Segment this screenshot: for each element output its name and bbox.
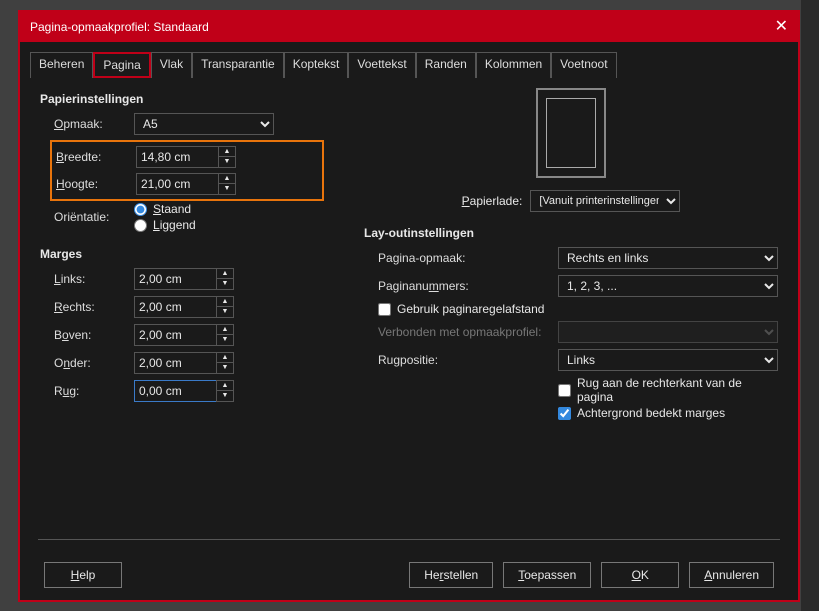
help-button[interactable]: Help [44,562,122,588]
pagelayout-label: Pagina-opmaak: [378,251,558,265]
margin-right-spin[interactable]: ▲▼ [134,296,234,318]
pagenum-label: Paginanummers: [378,279,558,293]
ok-button[interactable]: OK [601,562,679,588]
width-label: Breedte: [56,150,136,164]
tab-voetnoot[interactable]: Voetnoot [551,52,616,78]
paper-section-title: Papierinstellingen [40,92,324,106]
tab-koptekst[interactable]: Koptekst [284,52,349,78]
height-label: Hoogte: [56,177,136,191]
margin-bottom-label: Onder: [54,356,134,370]
dialog-window: Pagina-opmaakprofiel: Standaard ✕ Behere… [18,10,800,602]
reset-button[interactable]: Herstellen [409,562,493,588]
width-spin[interactable]: ▲▼ [136,146,236,168]
tray-select[interactable]: [Vanuit printerinstellingen] [530,190,680,212]
tab-beheren[interactable]: Beheren [30,52,93,78]
landscape-label: Liggend [153,218,196,232]
landscape-radio[interactable] [134,219,147,232]
margin-right-label: Rechts: [54,300,134,314]
portrait-radio[interactable] [134,203,147,216]
width-input[interactable] [136,146,218,168]
pagenum-select[interactable]: 1, 2, 3, ... [558,275,778,297]
bg-checkbox[interactable] [558,407,571,420]
pagelayout-select[interactable]: Rechts en links [558,247,778,269]
margin-bottom-spin[interactable]: ▲▼ [134,352,234,374]
gutterpos-label: Rugpositie: [378,353,558,367]
height-input[interactable] [136,173,218,195]
spin-down-icon[interactable]: ▼ [219,184,235,194]
tab-transparantie[interactable]: Transparantie [192,52,284,78]
refstyle-label: Verbonden met opmaakprofiel: [378,325,558,339]
tab-voettekst[interactable]: Voettekst [348,52,415,78]
tabstrip: Beheren Pagina Vlak Transparantie Koptek… [20,42,798,78]
tab-pagina[interactable]: Pagina [93,52,150,78]
tray-label: Papierlade: [462,194,523,208]
window-title: Pagina-opmaakprofiel: Standaard [30,20,209,34]
margins-section-title: Marges [40,247,324,261]
titlebar[interactable]: Pagina-opmaakprofiel: Standaard ✕ [20,12,798,42]
page-preview [536,88,606,178]
layout-section-title: Lay-outinstellingen [364,226,778,240]
format-label: Opmaak: [54,117,134,131]
gutter-right-checkbox[interactable] [558,384,571,397]
gutter-right-label: Rug aan de rechterkant van de pagina [577,376,778,404]
cancel-button[interactable]: Annuleren [689,562,774,588]
register-label: Gebruik paginaregelafstand [397,302,544,316]
spin-up-icon[interactable]: ▲ [219,147,235,157]
spin-down-icon[interactable]: ▼ [219,157,235,167]
margin-top-spin[interactable]: ▲▼ [134,324,234,346]
format-select[interactable]: A5 [134,113,274,135]
gutterpos-select[interactable]: Links [558,349,778,371]
margin-left-spin[interactable]: ▲▼ [134,268,234,290]
bg-label: Achtergrond bedekt marges [577,406,725,420]
size-highlight: Breedte: ▲▼ Hoogte: ▲▼ [50,140,324,201]
dialog-footer: Help Herstellen Toepassen OK Annuleren [20,550,798,600]
spin-up-icon[interactable]: ▲ [219,174,235,184]
tab-vlak[interactable]: Vlak [151,52,192,78]
margin-gutter-spin[interactable]: ▲▼ [134,380,234,402]
close-icon[interactable]: ✕ [775,16,788,36]
register-checkbox[interactable] [378,303,391,316]
portrait-label: Staand [153,202,191,216]
height-spin[interactable]: ▲▼ [136,173,236,195]
apply-button[interactable]: Toepassen [503,562,591,588]
refstyle-select [558,321,778,343]
margin-gutter-label: Rug: [54,384,134,398]
tab-kolommen[interactable]: Kolommen [476,52,551,78]
tab-randen[interactable]: Randen [416,52,476,78]
margin-top-label: Boven: [54,328,134,342]
orient-label: Oriëntatie: [54,210,134,224]
margin-left-label: Links: [54,272,134,286]
